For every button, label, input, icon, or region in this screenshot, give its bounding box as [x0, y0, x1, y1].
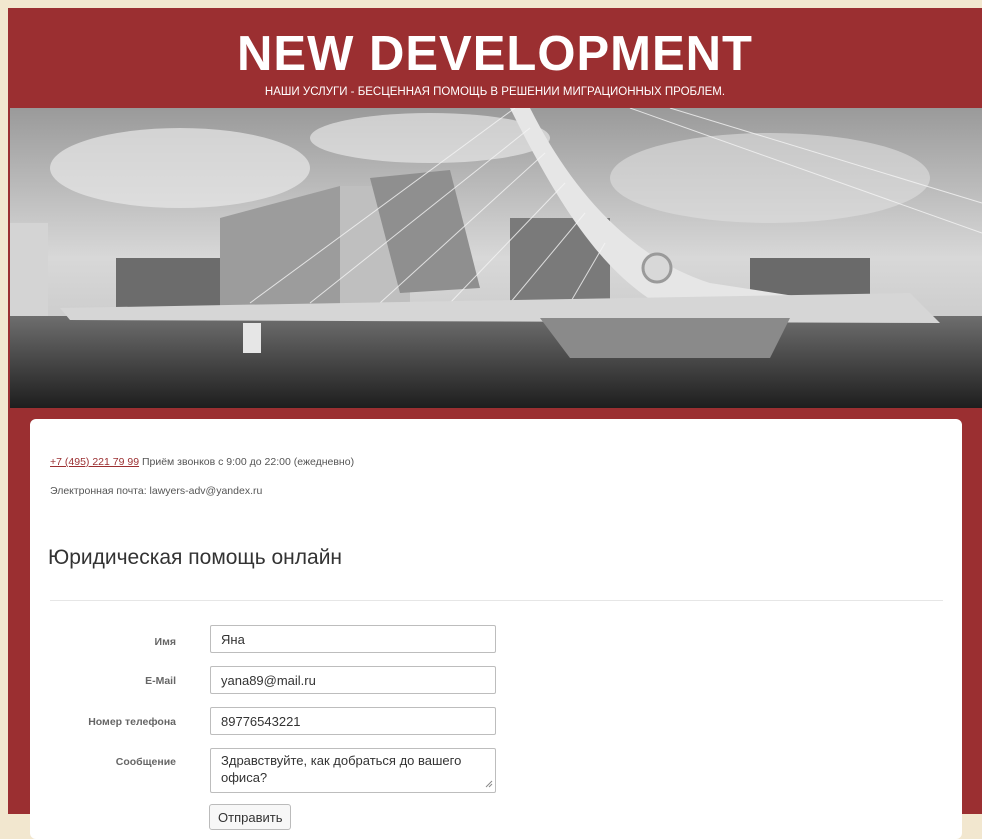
site-header: NEW DEVELOPMENT НАШИ УСЛУГИ - БЕСЦЕННАЯ …	[8, 8, 982, 108]
page-title: Юридическая помощь онлайн	[48, 546, 343, 569]
site-tagline: НАШИ УСЛУГИ - БЕСЦЕННАЯ ПОМОЩЬ В РЕШЕНИИ…	[264, 86, 726, 98]
message-field[interactable]: Здравствуйте, как добраться до вашего оф…	[210, 748, 496, 793]
phone-label: Номер телефона	[88, 716, 176, 728]
name-label: Имя	[154, 636, 176, 648]
resize-handle-icon[interactable]	[485, 780, 493, 788]
email-label: E-Mail	[145, 675, 176, 687]
divider	[50, 600, 943, 601]
content-panel: +7 (495) 221 79 99 Приём звонков с 9:00 …	[30, 419, 962, 839]
message-label: Сообщение	[115, 756, 176, 768]
phone-field[interactable]	[210, 707, 496, 735]
submit-button[interactable]: Отправить	[209, 804, 292, 830]
name-field[interactable]	[210, 625, 496, 653]
hero-image	[10, 108, 982, 408]
call-hours-text: Приём звонков с 9:00 до 22:00 (ежедневно…	[139, 456, 355, 468]
email-line: Электронная почта: lawyers-adv@yandex.ru	[50, 485, 263, 497]
page-frame: NEW DEVELOPMENT НАШИ УСЛУГИ - БЕСЦЕННАЯ …	[8, 8, 982, 839]
email-field[interactable]	[210, 666, 496, 694]
phone-line: +7 (495) 221 79 99 Приём звонков с 9:00 …	[50, 456, 354, 468]
site-title: NEW DEVELOPMENT	[237, 27, 753, 81]
phone-link[interactable]: +7 (495) 221 79 99	[50, 456, 139, 468]
